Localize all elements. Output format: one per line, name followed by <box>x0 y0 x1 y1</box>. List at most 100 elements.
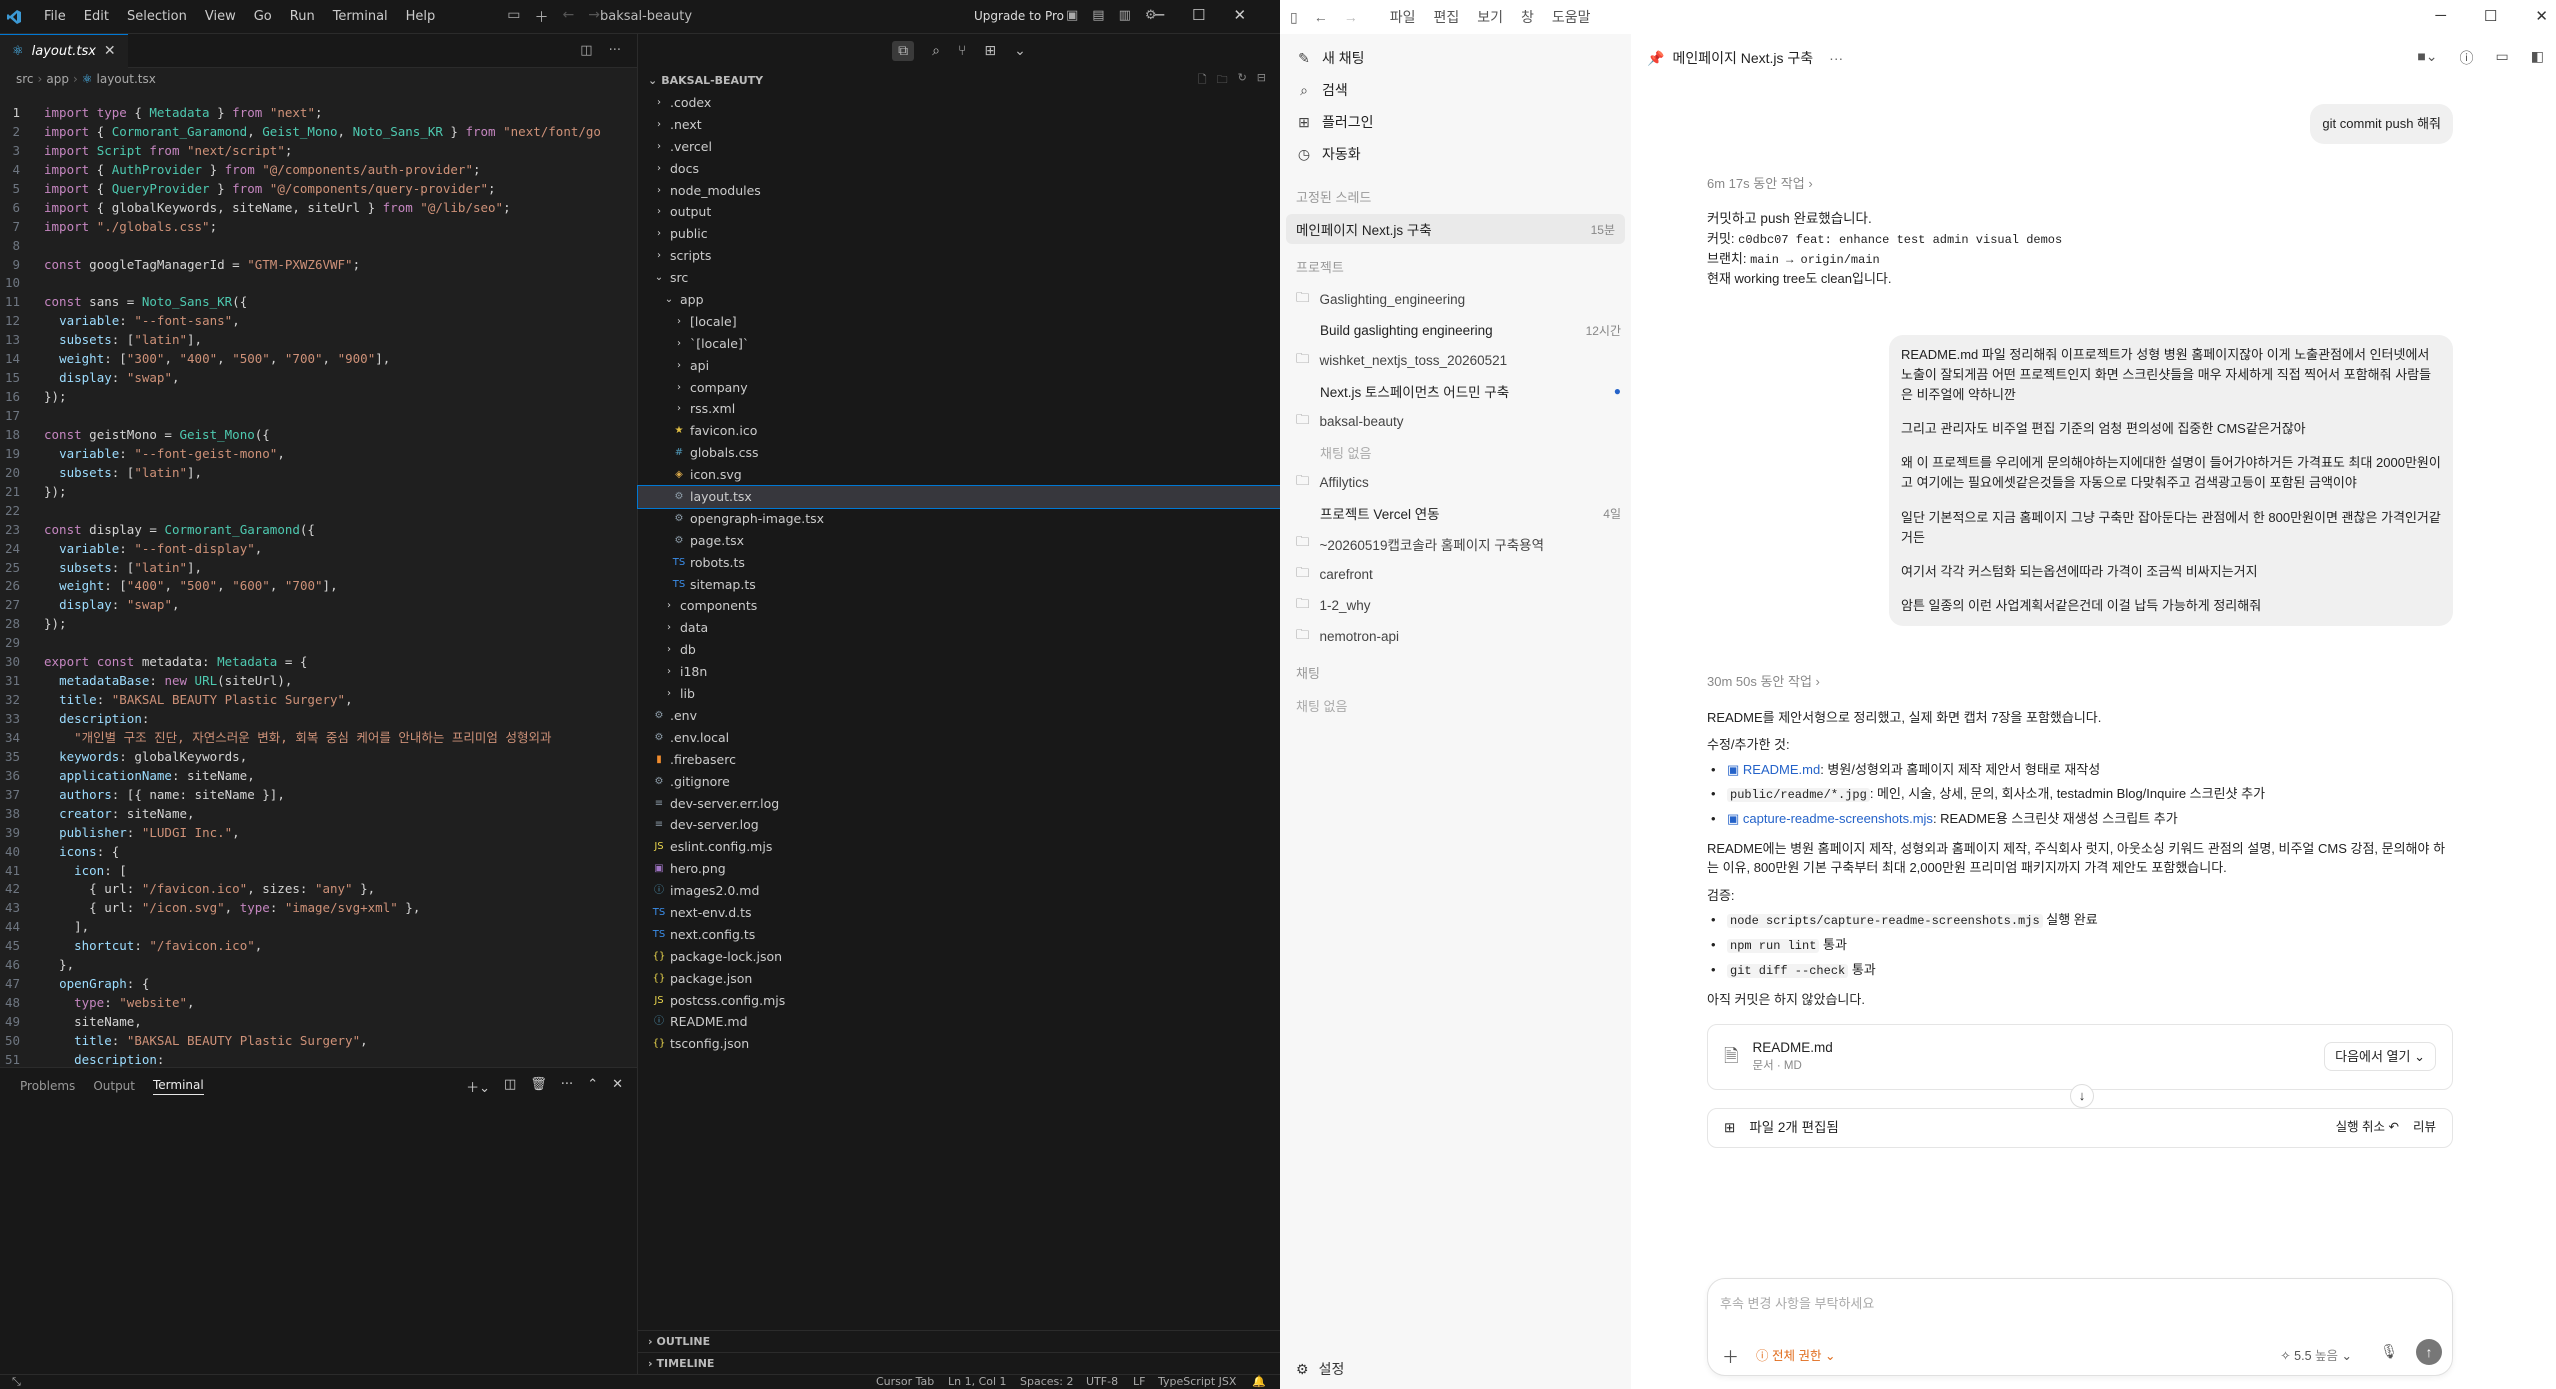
new-file-icon[interactable]: 🗋 <box>1198 71 1207 90</box>
pinned-thread[interactable]: 메인페이지 Next.js 구축 15분 <box>1286 214 1625 244</box>
maximize-panel-icon[interactable]: ⌃ <box>587 1077 598 1096</box>
menu-item-file[interactable]: File <box>36 6 74 27</box>
split-terminal-icon[interactable]: ◫ <box>504 1077 516 1096</box>
tree-item[interactable]: ⌄ app <box>638 289 1280 311</box>
microphone-icon[interactable]: 🎙 <box>2380 1343 2398 1360</box>
thread-item[interactable]: 프로젝트 Vercel 연동 4일 <box>1280 498 1631 528</box>
tree-item[interactable]: › components <box>638 595 1280 617</box>
tree-item[interactable]: {} tsconfig.json <box>638 1033 1280 1055</box>
bell-icon[interactable]: 🔔 <box>1252 1375 1266 1388</box>
add-attachment-icon[interactable]: ＋ <box>1722 1343 1739 1368</box>
tree-item[interactable]: ⚙ layout.tsx <box>637 485 1281 509</box>
tree-item[interactable]: ▮ .firebaserc <box>638 749 1280 771</box>
menu-item-view[interactable]: View <box>197 6 244 27</box>
menu-item-help[interactable]: Help <box>398 6 444 27</box>
menu-item[interactable]: 편집 <box>1433 7 1459 27</box>
status-encoding[interactable]: UTF-8 <box>1086 1375 1118 1388</box>
panel-toggle-icon[interactable]: ◧ <box>2531 48 2544 68</box>
tree-item[interactable]: ≡ dev-server.log <box>638 814 1280 836</box>
forward-arrow-icon[interactable]: → <box>1344 9 1358 26</box>
permission-dropdown[interactable]: ⓘ 전체 권한 ⌄ <box>1756 1345 1835 1364</box>
new-folder-icon[interactable]: 🗀 <box>1217 71 1228 90</box>
tree-item[interactable]: JS eslint.config.mjs <box>638 836 1280 858</box>
thread-item[interactable]: Next.js 토스페이먼츠 어드민 구축 ● <box>1280 376 1631 406</box>
new-chat-button[interactable]: ✎ 새 채팅 <box>1280 42 1631 74</box>
tree-item[interactable]: › .vercel <box>638 136 1280 158</box>
file-card[interactable]: 🗎 README.md 문서 · MD 다음에서 열기 ⌄ <box>1707 1023 2453 1090</box>
source-control-icon[interactable]: ⑂ <box>958 43 966 59</box>
menu-item[interactable]: 창 <box>1521 7 1534 27</box>
tree-item[interactable]: ◈ icon.svg <box>638 464 1280 486</box>
close-tab-icon[interactable]: ✕ <box>104 43 116 59</box>
menu-item-go[interactable]: Go <box>246 6 280 27</box>
extensions-icon[interactable]: ⊞ <box>984 43 996 59</box>
status-eol[interactable]: LF <box>1133 1375 1145 1388</box>
panel-tab-problems[interactable]: Problems <box>20 1079 75 1093</box>
tree-item[interactable]: TS next-env.d.ts <box>638 902 1280 924</box>
menu-item[interactable]: 도움말 <box>1552 7 1591 27</box>
tree-item[interactable]: › [locale] <box>638 311 1280 333</box>
script-link[interactable]: ▣ capture-readme-screenshots.mjs <box>1727 811 1933 826</box>
tree-item[interactable]: ⌄ src <box>638 267 1280 289</box>
thread-item[interactable]: Build gaslighting engineering 12시간 <box>1280 315 1631 345</box>
terminal-toggle-icon[interactable]: ▭ <box>2496 48 2509 68</box>
outline-section[interactable]: › OUTLINE <box>638 1330 1280 1352</box>
open-in-button[interactable]: 다음에서 열기 ⌄ <box>2324 1041 2436 1072</box>
collapse-icon[interactable]: ⊟ <box>1257 71 1266 90</box>
tree-item[interactable]: › node_modules <box>638 180 1280 202</box>
status-position[interactable]: Ln 1, Col 1 <box>948 1375 1007 1388</box>
settings-button[interactable]: ⚙ 설정 <box>1296 1359 1344 1379</box>
layout-icon[interactable]: ▥ <box>1119 8 1131 23</box>
project-item[interactable]: 🗀 Gaslighting_engineering <box>1280 284 1631 315</box>
close-panel-icon[interactable]: ✕ <box>612 1077 623 1096</box>
new-terminal-icon[interactable]: ＋⌄ <box>466 1077 490 1096</box>
project-item[interactable]: 🗀 1-2_why <box>1280 590 1631 621</box>
tree-item[interactable]: › db <box>638 639 1280 661</box>
menu-item[interactable]: 보기 <box>1477 7 1503 27</box>
tree-item[interactable]: › data <box>638 617 1280 639</box>
search-button[interactable]: ⌕ 검색 <box>1280 74 1631 106</box>
code-editor[interactable]: 1 import type { Metadata } from "next"; 2 i… <box>0 104 637 1072</box>
tree-item[interactable]: › output <box>638 201 1280 223</box>
refresh-icon[interactable]: ↻ <box>1238 71 1247 90</box>
menu-item-terminal[interactable]: Terminal <box>325 6 396 27</box>
tree-item[interactable]: › i18n <box>638 661 1280 683</box>
project-item[interactable]: 🗀 ~20260519캡코솔라 홈페이지 구축용역 <box>1280 528 1631 559</box>
breadcrumb-item[interactable]: app <box>46 72 69 86</box>
tree-item[interactable]: ⚙ .env.local <box>638 727 1280 749</box>
tree-item[interactable]: ▣ hero.png <box>638 858 1280 880</box>
project-item[interactable]: 🗀 baksal-beauty <box>1280 406 1631 437</box>
work-duration[interactable]: 30m 50s 동안 작업 › <box>1707 672 2453 692</box>
tree-item[interactable]: ⚙ .env <box>638 705 1280 727</box>
new-icon[interactable]: ＋ <box>535 7 549 27</box>
menu-item-run[interactable]: Run <box>282 6 323 27</box>
tree-item[interactable]: › scripts <box>638 245 1280 267</box>
menu-item[interactable]: 파일 <box>1390 7 1416 27</box>
project-item[interactable]: 🗀 wishket_nextjs_toss_20260521 <box>1280 345 1631 376</box>
explorer-root[interactable]: BAKSAL-BEAUTY <box>661 74 763 87</box>
tree-item[interactable]: TS sitemap.ts <box>638 574 1280 596</box>
sidebar-toggle-icon[interactable]: ▯ <box>1290 9 1298 26</box>
tree-item[interactable]: › .codex <box>638 92 1280 114</box>
tree-item[interactable]: › lib <box>638 683 1280 705</box>
panel-tab-output[interactable]: Output <box>93 1079 135 1093</box>
upgrade-button[interactable]: Upgrade to Pro <box>974 9 1064 23</box>
tree-item[interactable]: TS robots.ts <box>638 552 1280 574</box>
panel-tab-terminal[interactable]: Terminal <box>153 1078 204 1095</box>
tree-item[interactable]: ⓘ images2.0.md <box>638 880 1280 902</box>
chevron-down-icon[interactable]: ⌄ <box>1014 43 1026 59</box>
tree-item[interactable]: ⓘ README.md <box>638 1011 1280 1033</box>
model-dropdown[interactable]: ✧ 5.5 높음 ⌄ <box>2280 1345 2352 1364</box>
breadcrumb-item[interactable]: src <box>16 72 34 86</box>
tree-item[interactable]: › rss.xml <box>638 398 1280 420</box>
editor-tab-layout[interactable]: ⚛ layout.tsx ✕ <box>0 33 128 68</box>
maximize-icon[interactable]: ☐ <box>1192 6 1205 24</box>
remote-icon[interactable]: ⤡ <box>12 1375 21 1389</box>
send-button[interactable]: ↑ <box>2416 1339 2442 1365</box>
tree-item[interactable]: ⚙ page.tsx <box>638 530 1280 552</box>
toggle-panel-icon[interactable]: ▤ <box>1092 8 1104 23</box>
undo-button[interactable]: 실행 취소 ↶ <box>2336 1118 2399 1137</box>
open-in-app-icon[interactable]: ■⌄ <box>2417 48 2437 68</box>
timeline-section[interactable]: › TIMELINE <box>638 1352 1280 1374</box>
tree-item[interactable]: › company <box>638 377 1280 399</box>
